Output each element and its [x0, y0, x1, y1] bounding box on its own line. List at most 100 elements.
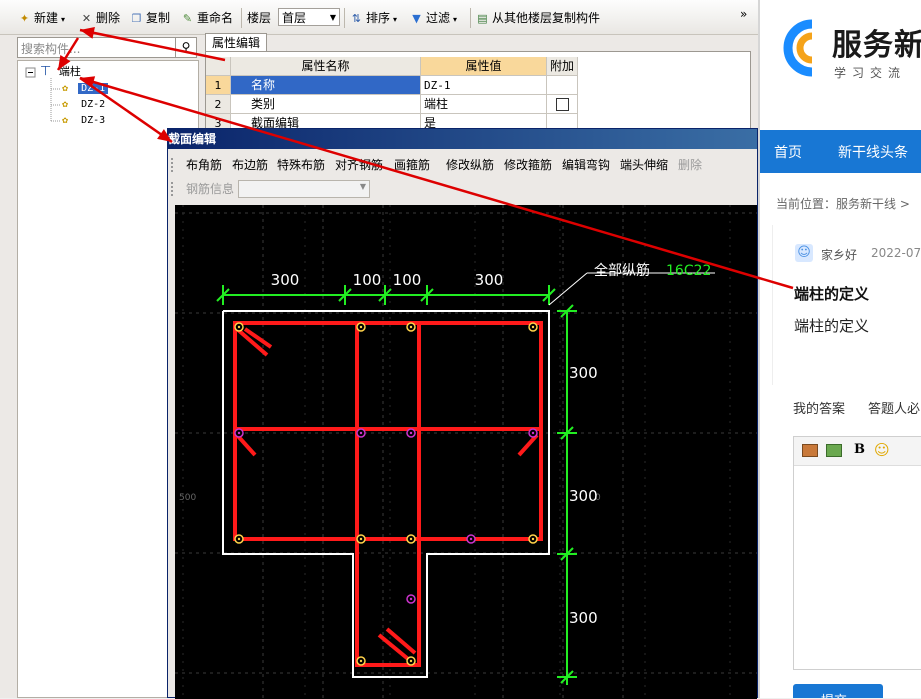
- tool-end-extend[interactable]: 端头伸缩: [620, 157, 668, 173]
- property-value-cell[interactable]: 端柱: [421, 95, 547, 114]
- tree-root-node[interactable]: ⊤ 端柱: [40, 64, 81, 80]
- stirrup-hook: [517, 433, 539, 457]
- editor-title-bar[interactable]: 截面编辑: [168, 129, 757, 149]
- longitudinal-bar-core: [409, 431, 413, 435]
- tab-my-answer[interactable]: 我的答案: [793, 398, 845, 417]
- stirrup-hook: [385, 627, 417, 655]
- submit-button[interactable]: 提交: [793, 684, 883, 698]
- answer-editor-toolbar: B ☺: [794, 437, 921, 466]
- drawing-canvas[interactable]: 500 0 300 100 100 300 300 300 300 全部纵筋 16C22: [175, 205, 757, 699]
- tool-edit-hook[interactable]: 编辑弯钩: [562, 157, 610, 173]
- longitudinal-bar-core: [531, 431, 535, 435]
- longitudinal-bar-core: [359, 325, 363, 329]
- question-date: 2022-07-: [871, 246, 921, 260]
- stirrup-web: [355, 323, 421, 667]
- tool-align-rebar[interactable]: 对齐钢筋: [335, 157, 383, 173]
- tool-edit-longitudinal[interactable]: 修改纵筋: [446, 157, 494, 173]
- longitudinal-bar-core: [237, 431, 241, 435]
- web-page: 服务新 学习交流 首页 新干线头条 当前位置：服务新干线 > ☺ 家乡好 202…: [758, 0, 921, 698]
- tool-delete[interactable]: 删除: [678, 157, 702, 173]
- dropdown-arrow-icon: ▾: [393, 15, 398, 24]
- search-button[interactable]: ⚲: [175, 37, 197, 58]
- property-name-cell[interactable]: 类别: [231, 95, 421, 114]
- longitudinal-bar-core: [409, 597, 413, 601]
- main-toolbar: ✦ 新建 ▾ ✕ 删除 ❐ 复制 ✎ 重命名 楼层 首层 ▼ ⇅ 排序 ▾ ▼ 过滤 ▾ ▤ 从其他…: [0, 0, 758, 35]
- tool-edge-rebar[interactable]: 布边筋: [232, 157, 268, 173]
- extra-checkbox[interactable]: [555, 98, 569, 111]
- tree-collapse-toggle[interactable]: +: [24, 64, 33, 80]
- question-title: 端柱的定义: [794, 285, 870, 303]
- nav-headlines[interactable]: 新干线头条: [838, 142, 908, 162]
- rename-button[interactable]: ✎ 重命名: [181, 9, 233, 27]
- longitudinal-bar-core: [359, 659, 363, 663]
- tree-item[interactable]: ✿ DZ-2: [62, 97, 105, 113]
- toolbar-grip[interactable]: [171, 182, 176, 196]
- site-nav: 首页 新干线头条: [760, 130, 921, 173]
- copy-icon: ❐: [131, 12, 142, 25]
- layers-icon: ▤: [477, 12, 488, 25]
- longitudinal-bar-core: [237, 325, 241, 329]
- tool-special-rebar[interactable]: 特殊布筋: [277, 157, 325, 173]
- tool-corner-rebar[interactable]: 布角筋: [186, 157, 222, 173]
- longitudinal-bar-core: [469, 537, 473, 541]
- toolbar-divider: [470, 8, 471, 28]
- row-number: 1: [206, 76, 231, 95]
- property-name-cell[interactable]: 名称: [231, 76, 421, 95]
- dropdown-arrow-icon: ▼: [359, 182, 366, 191]
- dimension-label: 300: [569, 364, 598, 382]
- rebar-info-select[interactable]: ▼: [238, 180, 370, 198]
- toolbar-grip[interactable]: [171, 158, 176, 172]
- rebar-annotation-value: 16C22: [666, 263, 711, 279]
- tab-answerer[interactable]: 答题人必: [868, 398, 920, 417]
- rebar-info-bar: 钢筋信息 ▼: [168, 178, 757, 200]
- question-body: 端柱的定义: [794, 317, 870, 335]
- longitudinal-bar-core: [409, 537, 413, 541]
- floor-select[interactable]: 首层 ▼: [278, 8, 340, 26]
- tool-draw-stirrup[interactable]: 画箍筋: [394, 157, 430, 173]
- copy-from-floor-button[interactable]: ▤ 从其他楼层复制构件: [476, 9, 600, 27]
- toolbar-more-button[interactable]: »: [740, 5, 747, 23]
- question-user[interactable]: 家乡好: [821, 246, 857, 263]
- copy-button[interactable]: ❐ 复制: [130, 9, 170, 27]
- dropdown-arrow-icon: ▾: [61, 15, 66, 24]
- new-icon: ✦: [19, 12, 30, 25]
- tree-item[interactable]: ✿ DZ-3: [62, 113, 105, 129]
- bold-icon[interactable]: B: [854, 442, 865, 457]
- section-editor-window: 截面编辑 布角筋 布边筋 特殊布筋 对齐钢筋 画箍筋 修改纵筋 修改箍筋 编辑弯…: [167, 128, 758, 699]
- search-input[interactable]: 搜索构件...: [17, 37, 182, 58]
- user-avatar-icon: ☺: [795, 244, 813, 262]
- longitudinal-bar-core: [359, 537, 363, 541]
- filter-button[interactable]: ▼ 过滤 ▾: [410, 9, 457, 27]
- property-value-cell[interactable]: DZ-1: [421, 76, 547, 95]
- dimension-label: 300: [475, 271, 504, 289]
- extra-cell: [547, 95, 578, 114]
- longitudinal-bar-core: [531, 325, 535, 329]
- tree-item[interactable]: ✿ DZ-1: [62, 81, 109, 97]
- delete-button[interactable]: ✕ 删除: [80, 9, 120, 27]
- answer-editor[interactable]: B ☺: [793, 436, 921, 670]
- gallery-icon[interactable]: [826, 444, 842, 457]
- sort-icon: ⇅: [351, 12, 362, 25]
- floor-label: 楼层: [247, 11, 272, 25]
- section-drawing[interactable]: 500 0300 100 100 300300300300全部纵筋 16C22: [175, 205, 757, 699]
- dimension-label: 300: [569, 609, 598, 627]
- tab-property-edit[interactable]: 属性编辑: [205, 33, 267, 52]
- rebar-info-label: 钢筋信息: [186, 182, 235, 196]
- toolbar-divider: [241, 8, 242, 28]
- grid-corner: [206, 57, 231, 76]
- toolbar-divider: [344, 8, 345, 28]
- site-logo-text: 服务新: [832, 28, 921, 63]
- new-button[interactable]: ✦ 新建 ▾: [18, 9, 65, 27]
- search-icon: ⚲: [181, 40, 191, 54]
- dimension-label: 100: [393, 271, 422, 289]
- nav-home[interactable]: 首页: [774, 142, 802, 162]
- dimension-label: 300: [271, 271, 300, 289]
- dimension-label: 300: [569, 487, 598, 505]
- column-header: 附加: [547, 57, 578, 76]
- emoji-icon[interactable]: ☺: [874, 441, 890, 459]
- tool-edit-stirrup[interactable]: 修改箍筋: [504, 157, 552, 173]
- row-number: 2: [206, 95, 231, 114]
- image-icon[interactable]: [802, 444, 818, 457]
- longitudinal-bar-core: [409, 325, 413, 329]
- sort-button[interactable]: ⇅ 排序 ▾: [350, 9, 397, 27]
